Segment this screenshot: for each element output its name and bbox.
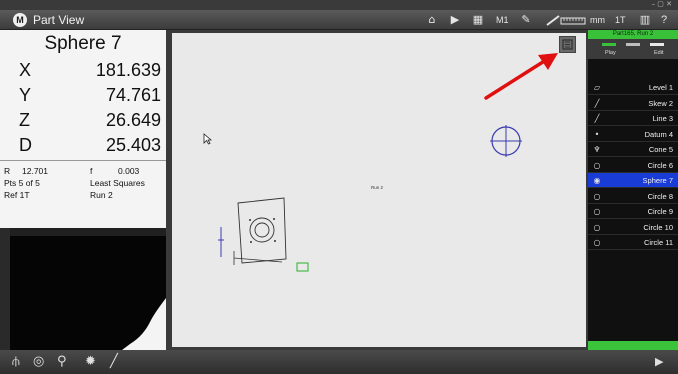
feature-name: Sphere 7 — [44, 33, 122, 54]
camera-view[interactable] — [10, 236, 166, 350]
feature-item-label: Sphere 7 — [642, 176, 673, 185]
video-icon[interactable]: ▶ — [447, 13, 463, 27]
run-label: Run 2 — [371, 185, 384, 190]
feature-item-label: Circle 10 — [643, 222, 673, 232]
feature-item-label: Circle 11 — [643, 238, 673, 247]
radius-value: 12.701 — [22, 166, 48, 176]
form-label: f — [90, 166, 93, 176]
grid-icon[interactable]: ▦ — [470, 13, 486, 27]
feature-item[interactable]: ╱ Skew 2 — [588, 96, 678, 111]
play-icon[interactable]: ▶ — [655, 353, 663, 371]
reset-view-icon[interactable] — [559, 36, 576, 53]
feature-list-tabs: Play Edit — [588, 39, 678, 59]
plane-icon: ▱ — [593, 83, 601, 92]
axis-label: X — [19, 60, 32, 80]
axis-value: 25.403 — [105, 135, 161, 155]
circle-icon: ○ — [593, 160, 601, 170]
sphere-icon: ◉ — [593, 176, 601, 185]
target-icon[interactable]: ◎ — [33, 353, 44, 371]
feature-item[interactable]: ○ Circle 11 — [588, 235, 678, 250]
feature-item[interactable]: ▱ Level 1 — [588, 80, 678, 95]
axis-label: Z — [19, 110, 30, 130]
feature-item-label: Level 1 — [648, 83, 673, 92]
feature-item[interactable]: ○ Circle 8 — [588, 189, 678, 204]
feature-item-label: Circle 8 — [647, 191, 673, 201]
form-value: 0.003 — [118, 166, 140, 176]
camera-frame — [0, 228, 10, 350]
line-icon: ╱ — [594, 114, 600, 123]
circle-icon: ○ — [593, 222, 601, 232]
page-title: Part View — [33, 13, 85, 27]
feature-item[interactable]: ○ Circle 6 — [588, 158, 678, 173]
zoom-icon[interactable]: ⚲ — [57, 353, 67, 371]
circle-icon: ○ — [593, 238, 601, 247]
circle-icon: ○ — [593, 207, 601, 216]
edit-tab-indicator — [650, 43, 664, 46]
axis-label: Y — [19, 85, 32, 105]
mid-tab-indicator — [626, 43, 640, 46]
wand-icon[interactable]: ✎ — [519, 13, 533, 27]
axis-value: 26.649 — [105, 110, 161, 130]
tab-play[interactable]: Play — [605, 50, 616, 56]
feature-item[interactable]: • Datum 4 — [588, 127, 678, 142]
light-icon[interactable]: ✹ — [85, 353, 96, 371]
feature-item[interactable]: ◉ Sphere 7 — [588, 173, 678, 188]
dro-row-d: D 25.403 — [0, 135, 166, 159]
feature-item[interactable]: ○ Circle 10 — [588, 220, 678, 235]
tab-edit[interactable]: Edit — [654, 50, 663, 56]
reference-info: Ref 1T — [4, 190, 30, 200]
feature-list-header: Part165, Run 2 — [588, 30, 678, 39]
app-logo[interactable]: M — [13, 13, 27, 27]
bottom-toolbar — [0, 350, 678, 374]
play-tab-indicator — [602, 43, 616, 46]
divider — [0, 160, 166, 161]
run-info: Run 2 — [90, 190, 113, 200]
columns-icon[interactable]: ▥ — [636, 13, 654, 27]
axis-value: 181.639 — [95, 60, 161, 80]
ruler-icon[interactable] — [545, 13, 587, 27]
feature-item[interactable]: ♆ Cone 5 — [588, 142, 678, 157]
feature-item-label: Skew 2 — [648, 98, 673, 108]
help-button[interactable]: ? — [661, 13, 671, 27]
point-icon: • — [594, 129, 600, 139]
feature-item-label: Cone 5 — [648, 145, 673, 154]
line-icon: ╱ — [594, 98, 600, 108]
circle-icon: ○ — [593, 191, 601, 201]
window-chrome: – ▢ ✕ — [0, 0, 678, 10]
feature-item-label: Circle 6 — [647, 160, 673, 170]
dro-row-y: Y 74.761 — [0, 85, 166, 109]
feature-item-label: Datum 4 — [644, 129, 673, 139]
points-info: Pts 5 of 5 — [4, 178, 40, 188]
units-button[interactable]: mm — [590, 13, 606, 27]
dro-panel: Sphere 7 X 181.639 Y 74.761 Z 26.649 D 2… — [0, 30, 166, 228]
home-icon[interactable]: ⌂ — [424, 13, 440, 27]
axis-label: D — [19, 135, 32, 155]
reference-button[interactable]: 1T — [615, 13, 629, 27]
pen-icon[interactable]: ╱ — [110, 353, 118, 371]
feature-item[interactable]: ○ Circle 9 — [588, 204, 678, 219]
app-window: – ▢ ✕ M Part View ⌂ ▶ ▦ M1 ✎ mm 1T ▥ ? S… — [0, 0, 678, 374]
cone-icon: ♆ — [593, 145, 601, 154]
feature-item-label: Circle 9 — [647, 207, 673, 216]
feature-list: Part165, Run 2 Play Edit ▱ Level 1 ╱ Skew 2… — [588, 30, 678, 350]
feature-item-label: Line 3 — [652, 114, 673, 123]
axis-value: 74.761 — [105, 85, 161, 105]
feature-item[interactable]: ╱ Line 3 — [588, 111, 678, 126]
annotation-arrow — [484, 53, 558, 100]
m1-button[interactable]: M1 — [496, 13, 514, 27]
radius-label: R — [4, 166, 11, 176]
fit-method: Least Squares — [90, 178, 145, 188]
dro-row-z: Z 26.649 — [0, 110, 166, 134]
dro-row-x: X 181.639 — [0, 60, 166, 84]
window-controls[interactable]: – ▢ ✕ — [652, 0, 672, 9]
probe-icon[interactable]: ⫛ — [12, 353, 20, 371]
